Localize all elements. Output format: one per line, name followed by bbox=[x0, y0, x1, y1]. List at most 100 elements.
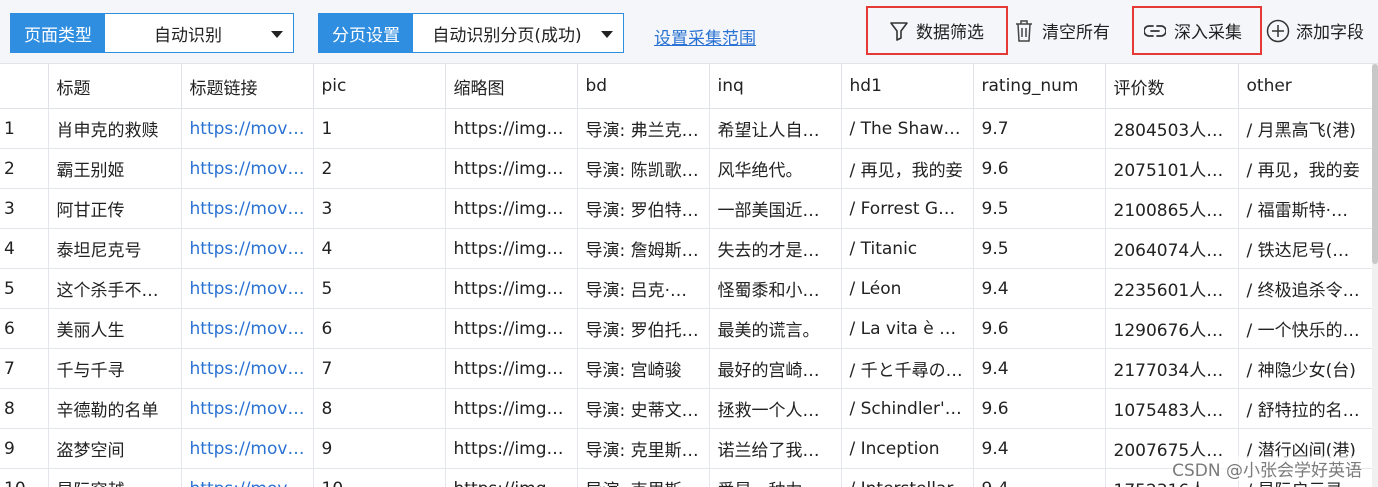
pic-cell: 4 bbox=[313, 228, 446, 269]
title-cell: 千与千寻 bbox=[48, 348, 182, 389]
paging-value[interactable]: 自动识别分页(成功) bbox=[413, 14, 623, 52]
pic-cell: 1 bbox=[313, 108, 446, 149]
hd1-cell: / The Shawshank Redemption bbox=[841, 108, 974, 149]
title-link-cell[interactable]: https://movie.douban.com/subject/1291561… bbox=[181, 348, 314, 389]
inq-cell: 拯救一个人，就是拯救整个世界。 bbox=[709, 388, 842, 429]
scrollbar-thumb[interactable] bbox=[1372, 64, 1378, 264]
column-header-review-count[interactable]: 评价数 bbox=[1105, 64, 1239, 109]
table-row[interactable]: 8辛德勒的名单https://movie.douban.com/subject/… bbox=[0, 388, 1372, 429]
other-cell: / 福雷斯特·冈普 bbox=[1238, 188, 1372, 229]
table-row[interactable]: 1肖申克的救赎https://movie.douban.com/subject/… bbox=[0, 108, 1372, 149]
title-link-cell[interactable]: https://movie.douban.com/subject/3541415… bbox=[181, 428, 314, 469]
title-cell: 阿甘正传 bbox=[48, 188, 182, 229]
title-link-cell[interactable]: https://movie.douban.com/subject/1292063… bbox=[181, 308, 314, 349]
clear-all-button[interactable]: 清空所有 bbox=[1014, 6, 1124, 55]
column-header-pic[interactable]: pic bbox=[313, 64, 446, 109]
column-header-hd1[interactable]: hd1 bbox=[841, 64, 974, 109]
title-link-cell[interactable]: https://movie.douban.com/subject/1295644… bbox=[181, 268, 314, 309]
column-header-rating-num[interactable]: rating_num bbox=[973, 64, 1106, 109]
table-row[interactable]: 6美丽人生https://movie.douban.com/subject/12… bbox=[0, 308, 1372, 349]
inq-cell: 失去的才是永恒的。 bbox=[709, 228, 842, 269]
rating-cell: 9.4 bbox=[973, 348, 1106, 389]
page-type-select[interactable]: 页面类型 自动识别 bbox=[10, 13, 294, 53]
set-range-link[interactable]: 设置采集范围 bbox=[654, 24, 756, 49]
paging-label: 分页设置 bbox=[319, 14, 413, 52]
row-index: 2 bbox=[0, 148, 49, 189]
table-row[interactable]: 10星际穿越https://movie.douban.com/subject/1… bbox=[0, 468, 1372, 487]
rating-cell: 9.6 bbox=[973, 388, 1106, 429]
column-header-title-link[interactable]: 标题链接 bbox=[181, 64, 314, 109]
deep-collect-button[interactable]: 深入采集 bbox=[1132, 6, 1262, 55]
column-header-bd[interactable]: bd bbox=[577, 64, 710, 109]
row-index: 1 bbox=[0, 108, 49, 149]
filter-icon bbox=[890, 21, 908, 41]
trash-icon bbox=[1016, 19, 1032, 42]
table-row[interactable]: 4 泰坦尼克号https://movie.douban.com/subject/1… bbox=[0, 228, 1372, 269]
pic-cell: 8 bbox=[313, 388, 446, 429]
row-index: 9 bbox=[0, 428, 49, 469]
inq-cell: 爱是一种力量。 bbox=[709, 468, 842, 487]
thumbnail-cell: https://img2.doubanio.com bbox=[445, 268, 578, 309]
page-type-value-text: 自动识别 bbox=[154, 25, 222, 46]
title-cell: 星际穿越 bbox=[48, 468, 182, 487]
table-row[interactable]: 3阿甘正传https://movie.douban.com/subject/12… bbox=[0, 188, 1372, 229]
thumbnail-cell: https://img2.doubanio.com bbox=[445, 308, 578, 349]
column-header-index bbox=[0, 64, 49, 109]
column-header-thumbnail[interactable]: 缩略图 bbox=[445, 64, 578, 109]
title-link-cell[interactable]: https://movie.douban.com/subject/1295124… bbox=[181, 388, 314, 429]
link-icon bbox=[1144, 24, 1166, 37]
hd1-cell: / 再见，我的妾 bbox=[841, 148, 974, 189]
data-table-container: 标题 标题链接 pic 缩略图 bd inq hd1 rating_num 评价… bbox=[0, 64, 1372, 487]
bd-cell: 导演: 罗伯特·泽米吉斯 bbox=[577, 188, 710, 229]
title-cell: 肖申克的救赎 bbox=[48, 108, 182, 149]
table-header-row: 标题 标题链接 pic 缩略图 bd inq hd1 rating_num 评价… bbox=[0, 64, 1372, 109]
page-type-label: 页面类型 bbox=[11, 14, 105, 52]
row-index: 5 bbox=[0, 268, 49, 309]
filter-button[interactable]: 数据筛选 bbox=[866, 6, 1008, 55]
bd-cell: 导演: 吕克·贝松 bbox=[577, 268, 710, 309]
title-link-cell[interactable]: https://movie.douban.com/subject/1292722… bbox=[181, 228, 314, 269]
review-count-cell: 2235601人评价 bbox=[1105, 268, 1239, 309]
hd1-cell: / Titanic bbox=[841, 228, 974, 269]
paging-select[interactable]: 分页设置 自动识别分页(成功) bbox=[318, 13, 624, 53]
title-cell: 泰坦尼克号 bbox=[48, 228, 182, 269]
title-link-cell[interactable]: https://movie.douban.com/subject/1889243… bbox=[181, 468, 314, 487]
rating-cell: 9.4 bbox=[973, 468, 1106, 487]
pic-cell: 9 bbox=[313, 428, 446, 469]
add-field-button[interactable]: 添加字段 bbox=[1266, 6, 1376, 55]
pic-cell: 7 bbox=[313, 348, 446, 389]
thumbnail-cell: https://img1.doubanio.com bbox=[445, 348, 578, 389]
title-link-cell[interactable]: https://movie.douban.com/subject/1292052… bbox=[181, 108, 314, 149]
other-cell: / 一个快乐的传说 bbox=[1238, 308, 1372, 349]
hd1-cell: / La vita è bella bbox=[841, 308, 974, 349]
hd1-cell: / Interstellar bbox=[841, 468, 974, 487]
title-link-cell[interactable]: https://movie.douban.com/subject/1291546… bbox=[181, 148, 314, 189]
hd1-cell: / Léon bbox=[841, 268, 974, 309]
table-row[interactable]: 5这个杀手不太冷https://movie.douban.com/subject… bbox=[0, 268, 1372, 309]
row-index: 7 bbox=[0, 348, 49, 389]
rating-cell: 9.5 bbox=[973, 228, 1106, 269]
page-type-value[interactable]: 自动识别 bbox=[105, 14, 293, 52]
title-link-cell[interactable]: https://movie.douban.com/subject/1292720… bbox=[181, 188, 314, 229]
other-cell: / 终极追杀令(台) bbox=[1238, 268, 1372, 309]
rating-cell: 9.4 bbox=[973, 268, 1106, 309]
inq-cell: 最美的谎言。 bbox=[709, 308, 842, 349]
bd-cell: 导演: 詹姆斯·卡梅隆 bbox=[577, 228, 710, 269]
review-count-cell: 2075101人评价 bbox=[1105, 148, 1239, 189]
review-count-cell: 2177034人评价 bbox=[1105, 348, 1239, 389]
table-row[interactable]: 2霸王别姬https://movie.douban.com/subject/12… bbox=[0, 148, 1372, 189]
rating-cell: 9.6 bbox=[973, 148, 1106, 189]
table-row[interactable]: 9盗梦空间https://movie.douban.com/subject/35… bbox=[0, 428, 1372, 469]
chevron-down-icon bbox=[271, 31, 283, 38]
title-cell: 霸王别姬 bbox=[48, 148, 182, 189]
table-row[interactable]: 7千与千寻https://movie.douban.com/subject/12… bbox=[0, 348, 1372, 389]
review-count-cell: 2064074人评价 bbox=[1105, 228, 1239, 269]
bd-cell: 导演: 克里斯托弗·诺兰 bbox=[577, 468, 710, 487]
toolbar: 页面类型 自动识别 分页设置 自动识别分页(成功) 设置采集范围 数据筛选 清空… bbox=[0, 0, 1378, 64]
inq-cell: 诺兰给了我们一场无法盗取的梦。 bbox=[709, 428, 842, 469]
column-header-inq[interactable]: inq bbox=[709, 64, 842, 109]
hd1-cell: / Schindler's List bbox=[841, 388, 974, 429]
thumbnail-cell: https://img9.doubanio.com bbox=[445, 428, 578, 469]
column-header-title[interactable]: 标题 bbox=[48, 64, 182, 109]
column-header-other[interactable]: other bbox=[1238, 64, 1372, 109]
